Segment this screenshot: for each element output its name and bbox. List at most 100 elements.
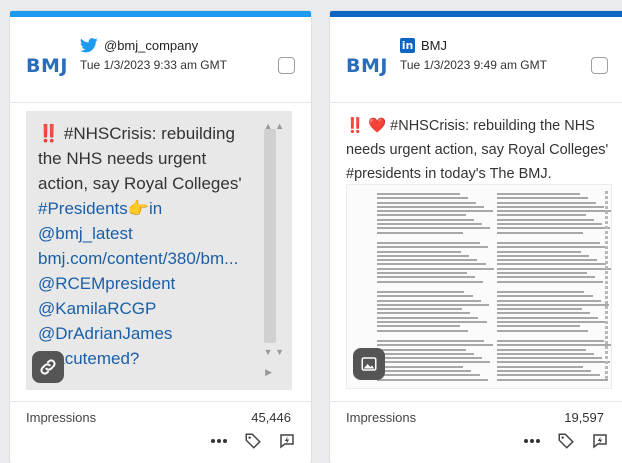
article-text-line [497, 210, 611, 213]
tweet-preview[interactable]: ‼️ #NHSCrisis: rebuilding the NHS needs … [26, 111, 292, 390]
article-text-line [377, 369, 472, 372]
article-text-line [497, 267, 611, 270]
post-card-twitter[interactable]: BMJ @bmj_company Tue 1/3/2023 9:33 am GM… [9, 10, 312, 463]
article-text-line [497, 197, 588, 200]
bmj-logo: BMJ [26, 55, 68, 77]
article-text-line [377, 214, 466, 217]
post-timestamp: Tue 1/3/2023 9:33 am GMT [80, 58, 227, 72]
article-text-line [497, 259, 598, 262]
article-text-line [497, 218, 594, 221]
scroll-up-arrow-icon[interactable]: ▲ ▲ [264, 121, 284, 131]
hashtag-link[interactable]: #Presidents👉in [38, 196, 266, 221]
article-text-line [497, 344, 611, 347]
article-text-line [497, 241, 600, 244]
article-text-line [497, 223, 603, 226]
vertical-scrollbar-thumb[interactable] [264, 129, 276, 343]
article-text-line [377, 241, 480, 244]
article-margin-text [605, 191, 608, 381]
tag-icon[interactable] [243, 431, 263, 451]
impressions-value: 19,597 [564, 410, 604, 425]
article-text-line [497, 263, 606, 266]
article-text-line [497, 329, 588, 332]
article-text-line [377, 329, 468, 332]
boost-post-icon[interactable] [590, 431, 610, 451]
mention-link[interactable]: @KamilaRCGP [38, 296, 266, 321]
impressions-value: 45,446 [251, 410, 291, 425]
article-text-line [497, 214, 586, 217]
account-name[interactable]: BMJ [421, 38, 447, 53]
post-card-linkedin[interactable]: BMJ in BMJ Tue 1/3/2023 9:49 am GMT ‼️ ❤… [329, 10, 622, 463]
article-text-line [497, 357, 603, 360]
article-text-line [377, 218, 474, 221]
article-text-line [377, 299, 481, 302]
article-text-line [497, 369, 592, 372]
article-text-line [497, 312, 591, 315]
article-text-line [377, 231, 464, 234]
link-attachment-icon[interactable] [32, 351, 64, 383]
boost-post-icon[interactable] [277, 431, 297, 451]
article-text-line [377, 312, 471, 315]
article-text-line [377, 383, 495, 388]
article-text-line [497, 361, 611, 364]
article-text-line [377, 272, 467, 275]
more-options-icon[interactable] [522, 431, 542, 451]
article-text-line [497, 378, 608, 381]
article-text-line [377, 201, 477, 204]
tweet-line: the NHS needs urgent [38, 149, 207, 168]
scroll-right-arrow-icon[interactable]: ▶ [265, 367, 272, 378]
article-text-line [377, 267, 494, 270]
article-column [497, 193, 611, 383]
scroll-down-arrow-icon[interactable]: ▼ ▼ [264, 347, 284, 357]
article-text-line [377, 197, 468, 200]
article-text-line [497, 352, 594, 355]
article-text-line [497, 339, 605, 342]
article-text-line [497, 303, 610, 306]
mention-link[interactable]: @bmj_latest [38, 221, 266, 246]
article-text-line [377, 321, 487, 324]
bmj-logo: BMJ [346, 55, 388, 77]
article-text-line [497, 250, 581, 253]
article-text-line [377, 246, 488, 249]
account-row: @bmj_company [80, 38, 198, 53]
card-header: BMJ in BMJ Tue 1/3/2023 9:49 am GMT [330, 33, 622, 103]
impressions-label: Impressions [346, 410, 417, 425]
article-text-line [497, 254, 590, 257]
article-text-line [497, 227, 611, 230]
mention-link[interactable]: @acutemed? [38, 346, 266, 371]
article-text-line [497, 272, 587, 275]
linkedin-icon: in [400, 38, 415, 53]
article-text-line [497, 201, 597, 204]
article-text-line [497, 193, 580, 195]
select-checkbox[interactable] [278, 57, 295, 74]
article-text-line [377, 348, 466, 351]
article-column [377, 193, 495, 383]
article-text-line [377, 280, 484, 283]
article-text-line [377, 316, 479, 319]
article-text-line [377, 205, 485, 208]
article-text-line [497, 299, 601, 302]
more-options-icon[interactable] [209, 431, 229, 451]
article-text-line [377, 223, 483, 226]
article-text-line [377, 290, 465, 293]
article-text-line [497, 365, 584, 368]
image-attachment-icon[interactable] [353, 348, 385, 380]
article-text-line [377, 295, 473, 298]
article-text-line [497, 316, 599, 319]
article-image-preview[interactable] [346, 184, 612, 389]
article-text-line [497, 246, 608, 249]
article-text-line [377, 325, 460, 328]
account-handle[interactable]: @bmj_company [104, 38, 198, 53]
twitter-bird-icon [80, 38, 98, 53]
tag-icon[interactable] [556, 431, 576, 451]
article-text-line [377, 263, 486, 266]
article-text-line [377, 193, 460, 195]
article-text-line [377, 254, 470, 257]
mention-link[interactable]: @DrAdrianJames [38, 321, 266, 346]
article-text-line [377, 374, 480, 377]
article-text-line [377, 210, 493, 213]
url-link[interactable]: bmj.com/content/380/bm... [38, 246, 266, 271]
mention-link[interactable]: @RCEMpresident [38, 271, 266, 296]
article-text-line [377, 361, 491, 364]
card-divider [10, 401, 311, 402]
select-checkbox[interactable] [591, 57, 608, 74]
